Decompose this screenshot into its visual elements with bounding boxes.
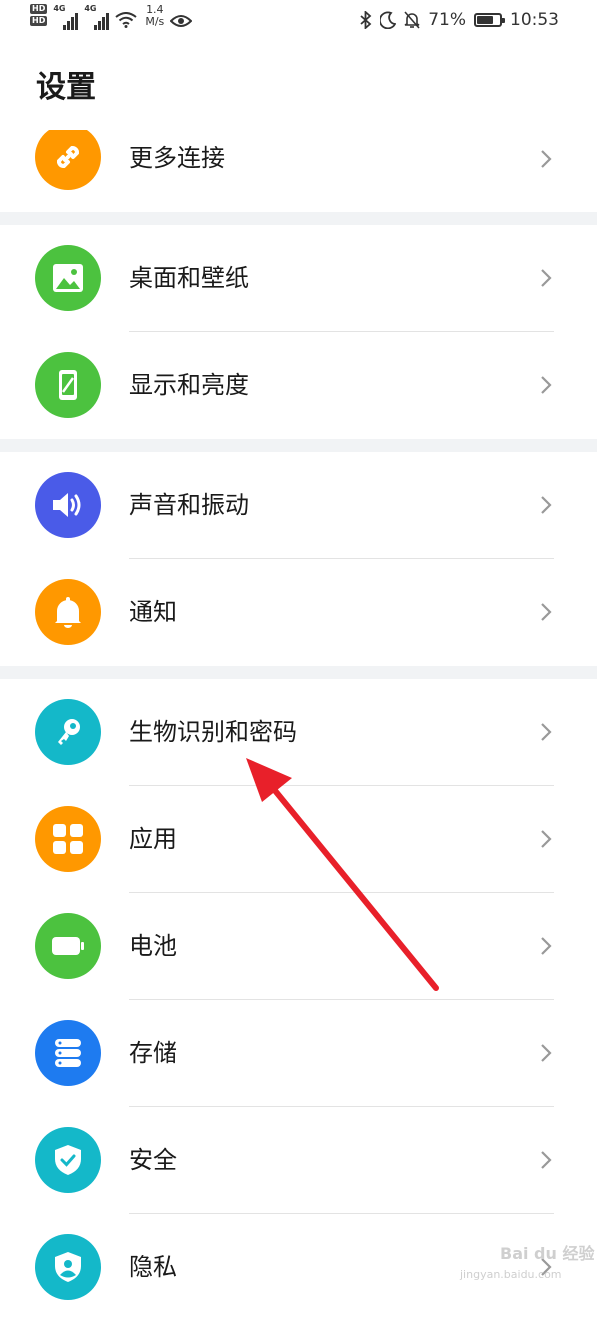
- chevron-right-icon: [541, 937, 552, 955]
- settings-item-storage[interactable]: 存储: [0, 1000, 597, 1107]
- display-icon: [35, 352, 101, 418]
- settings-item-more-connections[interactable]: 更多连接: [0, 130, 597, 212]
- chevron-right-icon: [541, 269, 552, 287]
- network-1-label: 4G: [53, 4, 66, 13]
- battery-percent: 71%: [428, 10, 466, 30]
- settings-item-label: 存储: [129, 1039, 177, 1067]
- bell-off-icon: [404, 11, 420, 29]
- settings-item-label: 桌面和壁纸: [129, 264, 249, 292]
- status-bar: HD HD 4G 4G 1.4 M/s 71% 10:53: [0, 0, 597, 40]
- settings-item-battery[interactable]: 电池: [0, 893, 597, 1000]
- settings-item-notifications[interactable]: 通知: [0, 559, 597, 666]
- signal-2-icon: 4G: [84, 4, 110, 30]
- settings-item-biometrics-password[interactable]: 生物识别和密码: [0, 679, 597, 786]
- watermark-url: jingyan.baidu.com: [460, 1268, 562, 1281]
- settings-item-apps[interactable]: 应用: [0, 786, 597, 893]
- settings-item-label: 隐私: [129, 1253, 177, 1281]
- settings-item-label: 声音和振动: [129, 491, 249, 519]
- chevron-right-icon: [541, 723, 552, 741]
- settings-item-label: 生物识别和密码: [129, 718, 297, 746]
- group-separator: [0, 666, 597, 679]
- settings-item-label: 安全: [129, 1146, 177, 1174]
- storage-icon: [35, 1020, 101, 1086]
- settings-item-security[interactable]: 安全: [0, 1107, 597, 1214]
- chevron-right-icon: [541, 150, 552, 168]
- chevron-right-icon: [541, 1044, 552, 1062]
- eye-icon: [170, 15, 193, 27]
- settings-item-display-brightness[interactable]: 显示和亮度: [0, 332, 597, 439]
- wallpaper-icon: [35, 245, 101, 311]
- signal-1-icon: 4G: [53, 4, 79, 30]
- sim2-hd-badge: HD: [30, 16, 48, 26]
- settings-item-label: 通知: [129, 598, 177, 626]
- chevron-right-icon: [541, 376, 552, 394]
- network-speed: 1.4 M/s: [145, 4, 164, 28]
- clock-time: 10:53: [510, 10, 559, 30]
- chevron-right-icon: [541, 496, 552, 514]
- apps-icon: [35, 806, 101, 872]
- chevron-right-icon: [541, 830, 552, 848]
- group-separator: [0, 439, 597, 452]
- wifi-icon: [115, 12, 137, 28]
- sim1-hd-badge: HD: [30, 4, 48, 14]
- do-not-disturb-moon-icon: [380, 11, 397, 29]
- settings-item-sound-vibration[interactable]: 声音和振动: [0, 452, 597, 559]
- settings-item-label: 显示和亮度: [129, 371, 249, 399]
- chevron-right-icon: [541, 1151, 552, 1169]
- key-icon: [35, 699, 101, 765]
- page-title: 设置: [36, 70, 96, 105]
- bluetooth-icon: [360, 11, 372, 29]
- watermark-logo: Bai du 经验: [500, 1244, 595, 1263]
- settings-item-label: 应用: [129, 825, 177, 853]
- battery-icon: [474, 13, 505, 27]
- link-icon: [35, 130, 101, 190]
- settings-item-desktop-wallpaper[interactable]: 桌面和壁纸: [0, 225, 597, 332]
- shield-check-icon: [35, 1127, 101, 1193]
- chevron-right-icon: [541, 603, 552, 621]
- network-speed-unit: M/s: [145, 15, 165, 28]
- settings-item-label: 更多连接: [129, 144, 225, 172]
- settings-list: 更多连接 桌面和壁纸 显示和亮度 声音和振动 通知 生物识别和密码 应用 电池 …: [0, 130, 597, 1321]
- network-2-label: 4G: [84, 4, 97, 13]
- bell-icon: [35, 579, 101, 645]
- settings-item-label: 电池: [129, 932, 177, 960]
- privacy-icon: [35, 1234, 101, 1300]
- volume-icon: [35, 472, 101, 538]
- battery-icon: [35, 913, 101, 979]
- group-separator: [0, 212, 597, 225]
